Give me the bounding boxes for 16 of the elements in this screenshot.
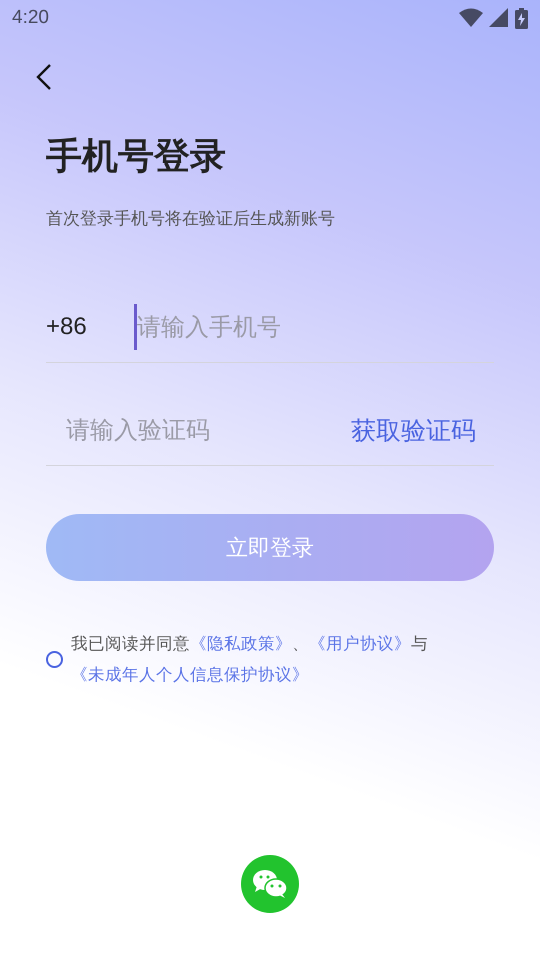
agree-checkbox[interactable] — [46, 650, 63, 668]
policy-link[interactable]: 《未成年人个人信息保护协议》 — [71, 665, 309, 684]
signal-icon — [489, 8, 509, 28]
wifi-icon — [459, 8, 483, 28]
phone-field[interactable]: +86 请输入手机号 — [46, 292, 494, 363]
get-code-link[interactable]: 获取验证码 — [351, 414, 494, 446]
chat-bubbles-icon — [252, 869, 288, 899]
policy-link[interactable]: 《隐私政策》 — [190, 634, 292, 653]
subtitle: 首次登录手机号将在验证后生成新账号 — [46, 208, 336, 230]
battery-icon — [515, 8, 528, 28]
status-time: 4:20 — [12, 7, 49, 29]
agreement-text: 我已阅读并同意《隐私政策》、《用户协议》与 《未成年人个人信息保护协议》 — [71, 633, 429, 686]
code-field[interactable]: 请输入验证码 获取验证码 — [46, 395, 494, 466]
country-code[interactable]: +86 — [46, 313, 134, 341]
policy-link[interactable]: 《用户协议》 — [309, 634, 411, 653]
page-title: 手机号登录 — [46, 135, 227, 179]
